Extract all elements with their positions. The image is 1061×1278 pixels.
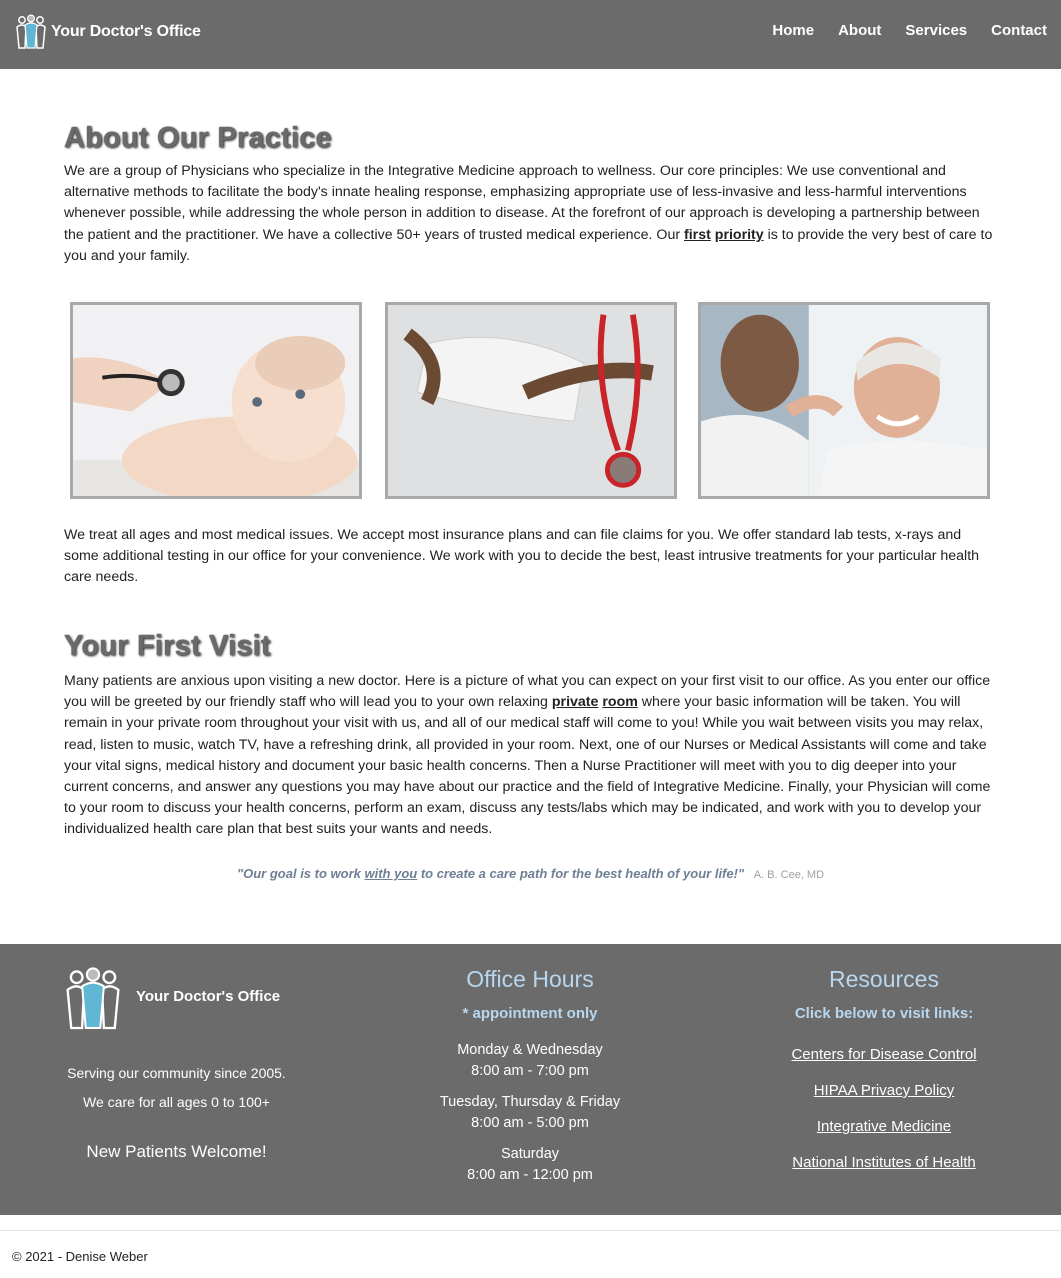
brand[interactable]: Your Doctor's Office [15,14,201,50]
hours-time: 8:00 am - 7:00 pm [471,1063,589,1079]
hours-row: Saturday 8:00 am - 12:00 pm [380,1144,680,1186]
doctor-stethoscope-photo [385,302,677,499]
services-paragraph: We treat all ages and most medical issue… [64,527,980,586]
copyright-text: © 2021 - Denise Weber [12,1249,148,1264]
first-visit-heading: Your First Visit [64,630,271,662]
nav-about-link[interactable]: About [838,22,881,39]
top-navbar: Your Doctor's Office Home About Services… [0,0,1061,69]
first-visit-paragraph: Many patients are anxious upon visiting … [64,671,994,841]
quote-before: "Our goal is to work [236,866,365,881]
private-link[interactable]: private [552,694,599,710]
appointment-note: * appointment only [462,1005,598,1022]
hours-days: Tuesday, Thursday & Friday [439,1094,621,1110]
about-paragraph: We are a group of Physicians who special… [64,161,994,267]
nav-services-link[interactable]: Services [905,22,967,39]
hours-list: Monday & Wednesday 8:00 am - 7:00 pm Tue… [380,1040,680,1186]
visit-text-end: where your basic information will be tak… [64,694,991,838]
room-link[interactable]: room [602,694,637,710]
cdc-link[interactable]: Centers for Disease Control [734,1046,1034,1063]
resource-links: Centers for Disease Control HIPAA Privac… [734,1046,1034,1171]
senior-patient-photo [698,302,990,499]
quote-author: A. B. Cee, MD [753,869,825,881]
footer-divider [0,1230,1061,1231]
nav-home-link[interactable]: Home [772,22,814,39]
quote-after: to create a care path for the best healt… [417,866,745,881]
site-footer: Your Doctor's Office Serving our communi… [0,944,1061,1215]
resources-title: Resources [829,966,939,992]
office-hours-section: Office Hours * appointment only Monday &… [380,966,680,1196]
about-heading: About Our Practice [64,122,332,154]
hipaa-link[interactable]: HIPAA Privacy Policy [734,1082,1034,1099]
first-link[interactable]: first [684,227,711,243]
baby-checkup-photo [70,302,362,499]
doctor-quote: "Our goal is to work with you to create … [0,866,1061,881]
quote-text: "Our goal is to work with you to create … [237,866,744,881]
hours-days: Monday & Wednesday [457,1042,603,1058]
hours-row: Monday & Wednesday 8:00 am - 7:00 pm [380,1040,680,1082]
people-group-logo-icon [66,967,120,1030]
hours-time: 8:00 am - 12:00 pm [467,1167,593,1183]
footer-brand: Your Doctor's Office [64,966,280,1032]
resources-section: Resources Click below to visit links: Ce… [734,966,1034,1190]
hours-time: 8:00 am - 5:00 pm [471,1115,589,1131]
main-nav: Home About Services Contact [748,22,1047,39]
nih-link[interactable]: National Institutes of Health [734,1154,1034,1171]
new-patients-text: New Patients Welcome! [86,1142,267,1161]
resources-note: Click below to visit links: [794,1005,974,1022]
office-hours-title: Office Hours [466,966,594,992]
nav-contact-link[interactable]: Contact [991,22,1047,39]
people-group-logo-icon [16,14,46,49]
priority-link[interactable]: priority [715,227,764,243]
hours-days: Saturday [500,1146,560,1162]
ages-text: We care for all ages 0 to 100+ [83,1094,270,1110]
brand-name: Your Doctor's Office [51,23,201,40]
quote-emphasis: with you [364,866,418,881]
serving-text: Serving our community since 2005. [67,1065,286,1081]
footer-brand-name: Your Doctor's Office [136,987,281,1005]
hours-row: Tuesday, Thursday & Friday 8:00 am - 5:0… [380,1092,680,1134]
integrative-medicine-link[interactable]: Integrative Medicine [734,1118,1034,1135]
